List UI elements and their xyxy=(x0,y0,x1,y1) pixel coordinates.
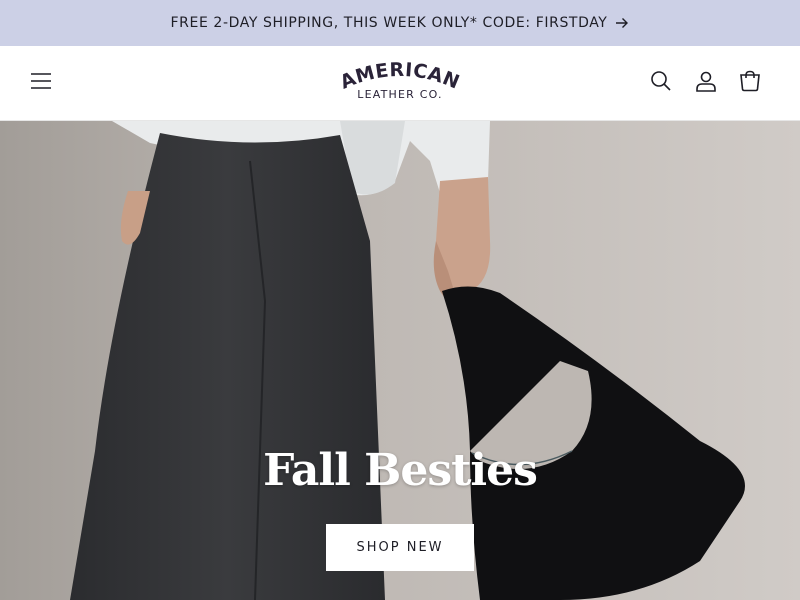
announcement-bar[interactable]: FREE 2-DAY SHIPPING, THIS WEEK ONLY* COD… xyxy=(0,0,800,46)
hero-banner: Fall Besties SHOP NEW xyxy=(0,121,800,600)
search-button[interactable] xyxy=(641,63,681,103)
announcement-text: FREE 2-DAY SHIPPING, THIS WEEK ONLY* COD… xyxy=(170,15,608,31)
site-logo[interactable]: AMERICAN LEATHER CO. xyxy=(330,58,470,110)
hero-title: Fall Besties xyxy=(263,445,538,496)
menu-button[interactable] xyxy=(21,63,61,103)
account-icon xyxy=(695,70,717,96)
arrow-right-icon xyxy=(615,17,629,29)
account-button[interactable] xyxy=(686,63,726,103)
search-icon xyxy=(650,70,672,96)
cart-button[interactable] xyxy=(730,63,770,103)
logo-wordmark: AMERICAN xyxy=(337,59,462,92)
shop-new-button[interactable]: SHOP NEW xyxy=(326,524,474,571)
cart-icon xyxy=(739,70,761,96)
hamburger-menu-icon xyxy=(31,73,51,93)
site-header: AMERICAN LEATHER CO. xyxy=(0,46,800,121)
